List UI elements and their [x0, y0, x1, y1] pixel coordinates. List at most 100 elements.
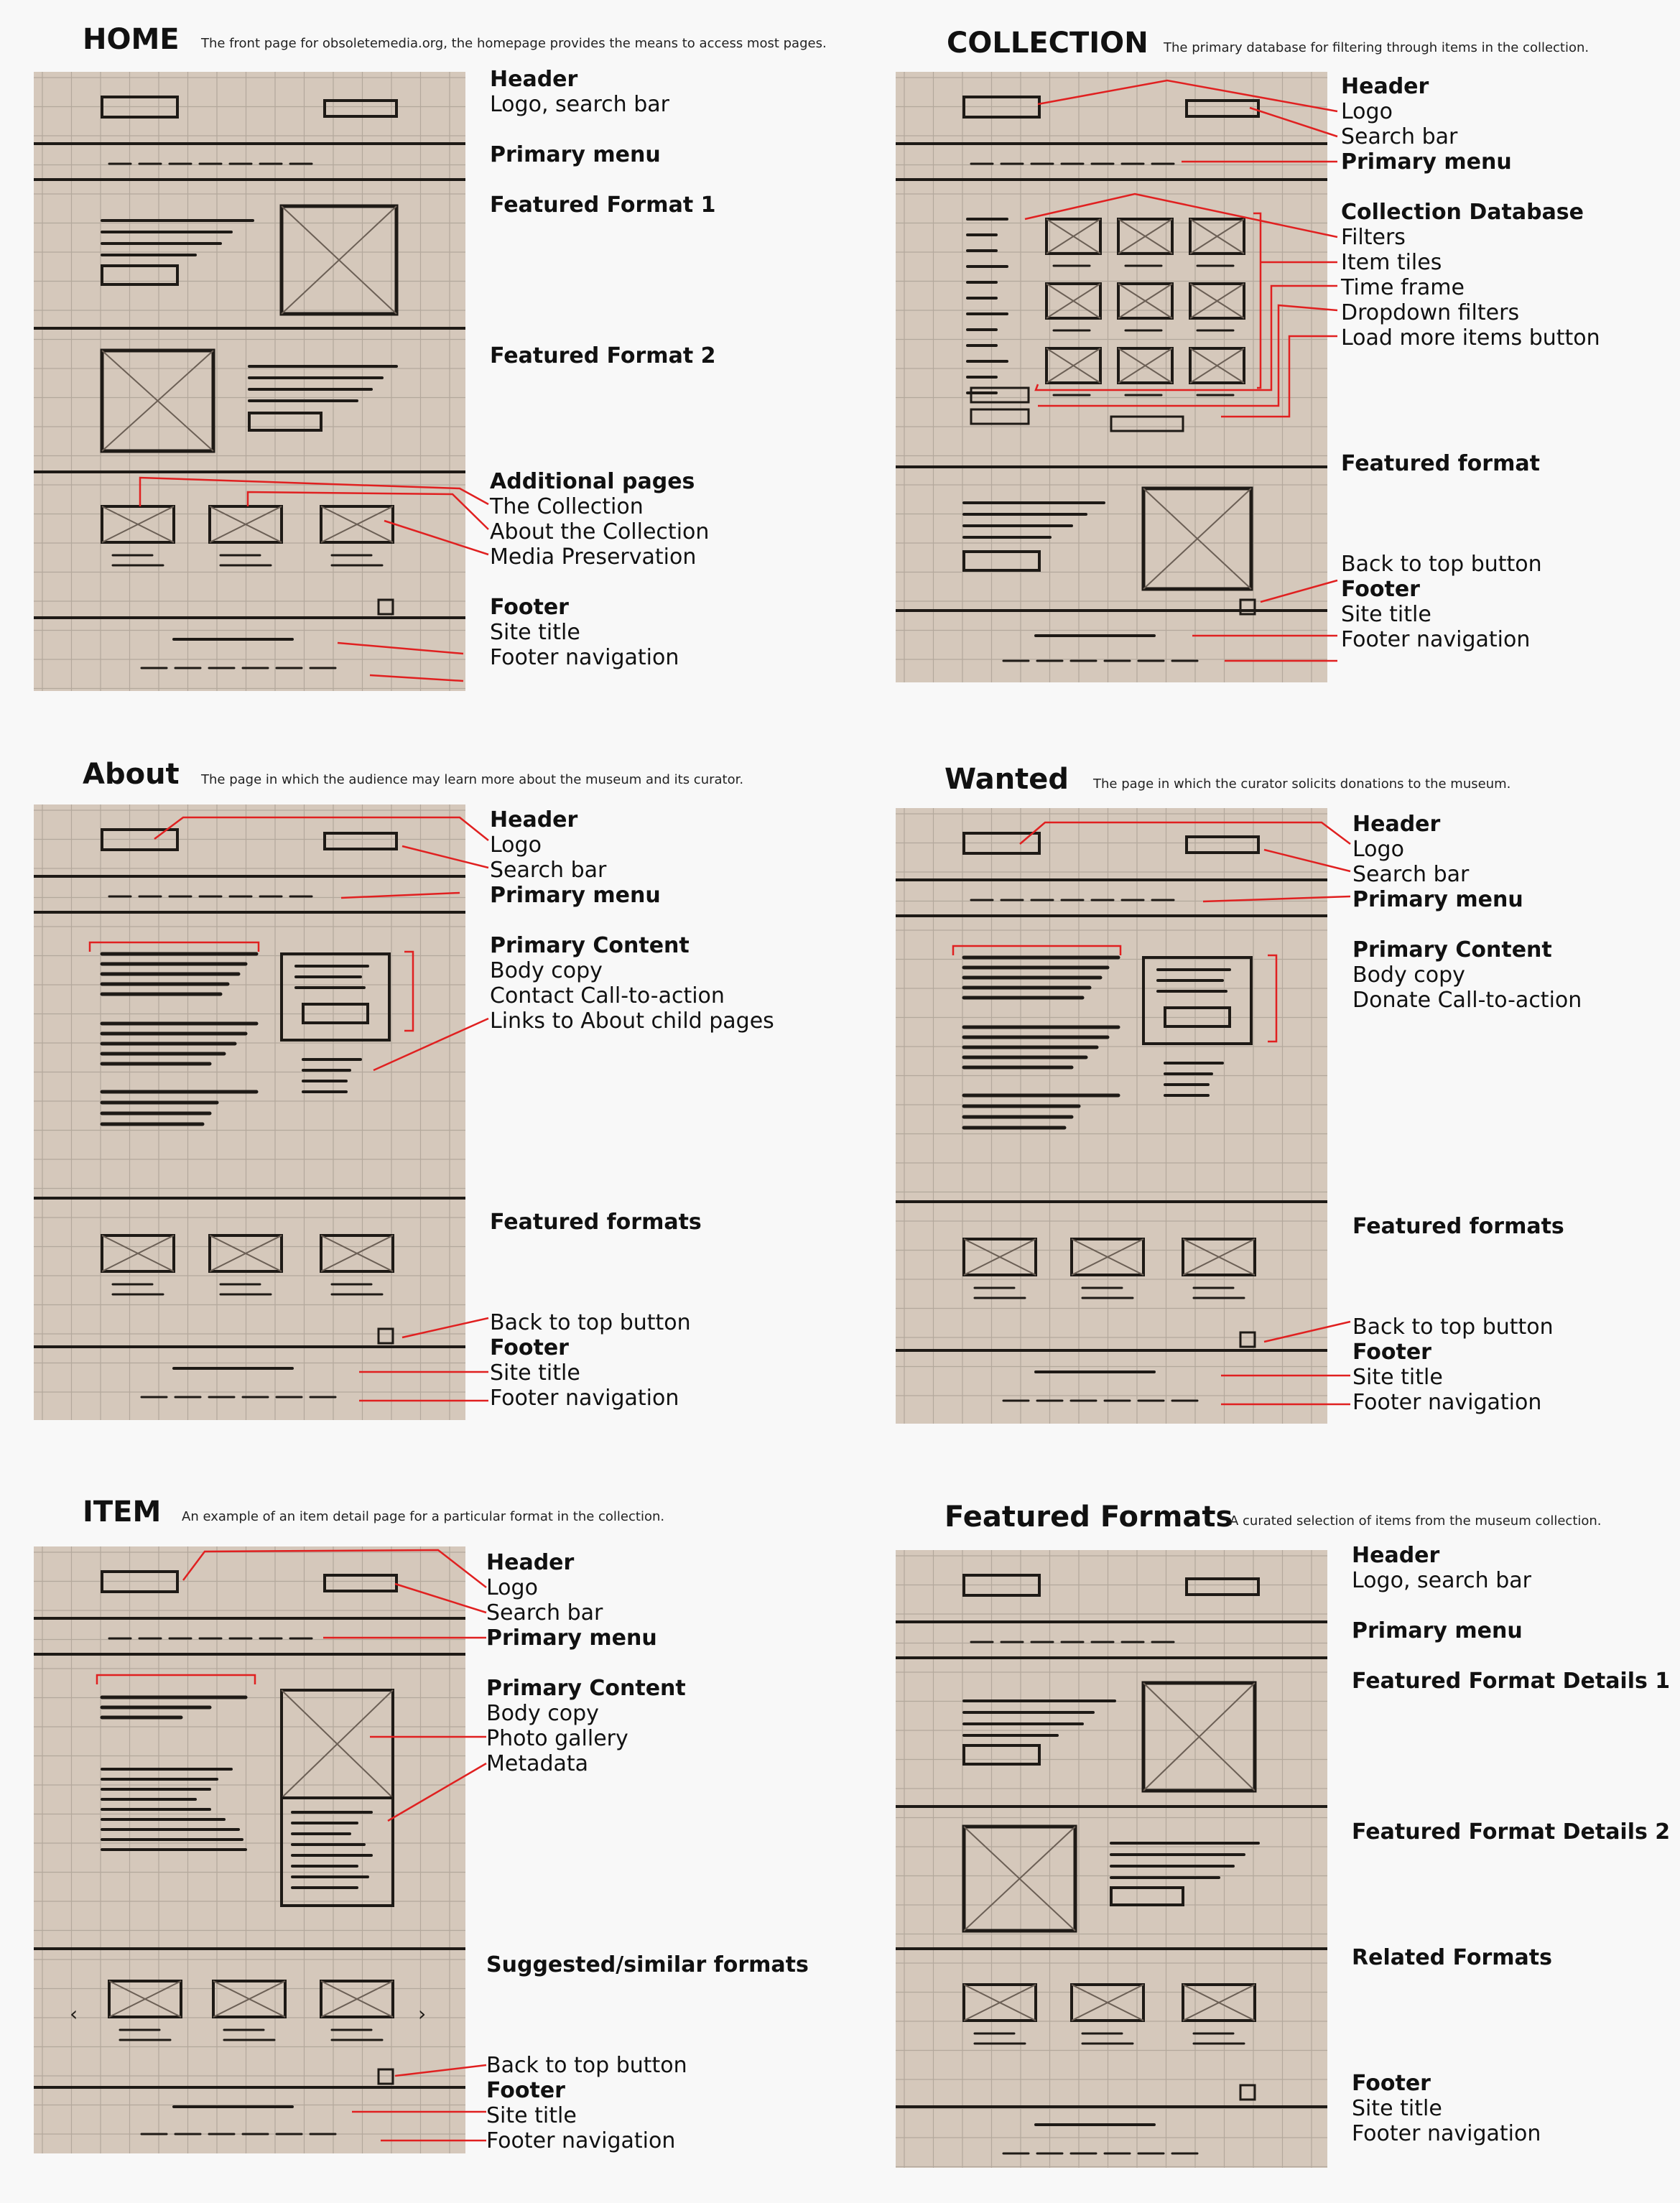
item-wireframe-sketch: ‹ › [34, 1546, 465, 2153]
item-label-4 [486, 1651, 809, 1676]
featured-label-11: Featured Format Details 2 [1352, 1819, 1671, 1845]
home-title: HOME [83, 23, 180, 56]
wanted-label-13 [1352, 1138, 1582, 1164]
collection-label-13 [1341, 401, 1600, 426]
item-label-6: Body copy [486, 1701, 599, 1726]
home-label-9 [490, 293, 715, 318]
wanted-label-0: Header [1352, 812, 1441, 837]
home-label-14 [490, 419, 715, 444]
wanted-label-16: Featured formats [1352, 1214, 1564, 1239]
home-label-6 [490, 218, 715, 243]
collection-label-18 [1341, 527, 1600, 552]
featured-label-8 [1352, 1744, 1670, 1769]
item-label-11 [486, 1827, 809, 1852]
home-labels: Header Logo, search bar Primary menu Feat… [490, 67, 715, 670]
about-label-8: Links to About child pages [490, 1008, 774, 1034]
wanted-label-12 [1352, 1113, 1582, 1138]
wanted-label-9 [1352, 1038, 1582, 1063]
item-title: ITEM [83, 1495, 162, 1529]
item-label-23: Footer navigation [486, 2128, 676, 2153]
collection-label-14 [1341, 426, 1600, 451]
item-label-3: Primary menu [486, 1625, 657, 1651]
home-label-15 [490, 444, 715, 469]
item-label-0: Header [486, 1550, 575, 1575]
collection-label-1: Logo [1341, 99, 1393, 124]
item-labels: Header Logo Search bar Primary menu Primary… [486, 1550, 809, 2153]
collection-labels: Header Logo Search bar Primary menu Collect… [1341, 74, 1600, 652]
wanted-label-23: Footer navigation [1352, 1390, 1542, 1415]
wanted-label-15 [1352, 1189, 1582, 1214]
home-label-21: Footer [490, 595, 569, 620]
home-label-17: The Collection [490, 494, 644, 519]
wanted-label-6: Body copy [1352, 963, 1465, 988]
wanted-label-10 [1352, 1063, 1582, 1088]
home-description: The front page for obsoletemedia.org, th… [201, 36, 827, 51]
item-label-21: Footer [486, 2078, 565, 2103]
featured-label-1: Logo, search bar [1352, 1568, 1531, 1593]
collection-label-19: Back to top button [1341, 552, 1542, 577]
item-label-18 [486, 2003, 809, 2028]
home-label-16: Additional pages [490, 469, 695, 494]
featured-label-10 [1352, 1794, 1670, 1819]
collection-label-6: Filters [1341, 225, 1406, 250]
wanted-label-19 [1352, 1289, 1582, 1314]
collection-label-2: Search bar [1341, 124, 1458, 149]
collection-description: The primary database for filtering throu… [1164, 40, 1589, 55]
wanted-description: The page in which the curator solicits d… [1093, 776, 1511, 792]
home-label-4 [490, 167, 715, 193]
wanted-title: Wanted [945, 763, 1069, 796]
item-label-15 [486, 1927, 809, 1952]
featured-label-20 [1352, 2046, 1670, 2071]
featured-label-4 [1352, 1643, 1670, 1669]
wanted-label-20: Back to top button [1352, 1314, 1554, 1340]
featured-label-17 [1352, 1970, 1670, 1995]
featured-label-5: Featured Format Details 1 [1352, 1669, 1671, 1694]
wanted-label-17 [1352, 1239, 1582, 1264]
collection-label-3: Primary menu [1341, 149, 1512, 175]
wanted-label-14 [1352, 1164, 1582, 1189]
wanted-label-21: Footer [1352, 1340, 1431, 1365]
wanted-label-3: Primary menu [1352, 887, 1523, 912]
about-label-21: Footer [490, 1335, 569, 1360]
wanted-label-1: Logo [1352, 837, 1404, 862]
featured-label-7 [1352, 1719, 1670, 1744]
home-label-2 [490, 117, 715, 142]
collection-title: COLLECTION [947, 27, 1148, 60]
about-label-17 [490, 1235, 774, 1260]
item-description: An example of an item detail page for a … [182, 1509, 665, 1524]
item-label-13 [486, 1877, 809, 1902]
about-label-1: Logo [490, 832, 542, 858]
featured-label-19 [1352, 2021, 1670, 2046]
home-label-20 [490, 570, 715, 595]
collection-label-15: Featured format [1341, 451, 1540, 476]
prev-arrow-icon: ‹ [70, 2002, 78, 2026]
item-label-1: Logo [486, 1575, 538, 1600]
featured-label-23: Footer navigation [1352, 2121, 1541, 2146]
collection-label-17 [1341, 501, 1600, 527]
home-label-5: Featured Format 1 [490, 193, 716, 218]
featured-label-13 [1352, 1870, 1670, 1895]
item-label-16: Suggested/similar formats [486, 1952, 809, 1977]
item-label-19 [486, 2028, 809, 2053]
home-label-1: Logo, search bar [490, 92, 669, 117]
home-label-12 [490, 368, 715, 394]
item-label-20: Back to top button [486, 2053, 687, 2078]
item-label-17 [486, 1977, 809, 2003]
about-label-15 [490, 1184, 774, 1210]
about-label-18 [490, 1260, 774, 1285]
featured-label-14 [1352, 1895, 1670, 1920]
item-label-7: Photo gallery [486, 1726, 628, 1751]
home-label-23: Footer navigation [490, 645, 679, 670]
about-label-7: Contact Call-to-action [490, 983, 725, 1008]
about-label-13 [490, 1134, 774, 1159]
collection-label-9: Dropdown filters [1341, 300, 1520, 325]
featured-label-0: Header [1352, 1543, 1440, 1568]
home-label-3: Primary menu [490, 142, 661, 167]
featured-wireframe-sketch [896, 1550, 1327, 2168]
item-label-5: Primary Content [486, 1676, 686, 1701]
about-label-16: Featured formats [490, 1210, 702, 1235]
featured-description: A curated selection of items from the mu… [1230, 1513, 1602, 1529]
featured-title: Featured Formats [945, 1501, 1233, 1534]
collection-label-4 [1341, 175, 1600, 200]
home-label-0: Header [490, 67, 578, 92]
